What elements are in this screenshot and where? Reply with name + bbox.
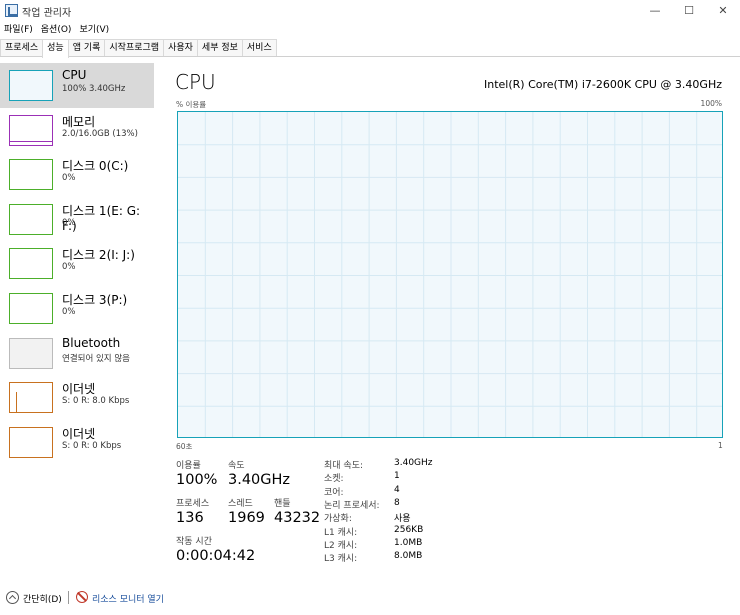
spec-value: 1: [394, 471, 400, 482]
sidebar-thumbnail: [9, 114, 53, 146]
spec-label: 소켓:: [324, 474, 344, 485]
handles-label: 핸들: [274, 499, 291, 509]
sidebar-item-label: 디스크 2(I: J:): [62, 248, 135, 263]
sidebar-item-disk-1[interactable]: 디스크 1(E: G: F:) 0%: [0, 197, 154, 242]
sidebar: CPU 100% 3.40GHz 메모리 2.0/16.0GB (13%) 디스크 0(…: [0, 63, 154, 464]
spec-value: 3.40GHz: [394, 458, 433, 468]
menu-file[interactable]: 파일(F): [0, 22, 37, 38]
y-axis-max: 100%: [700, 99, 722, 108]
spec-label: L3 캐시:: [324, 554, 358, 565]
spec-value: 사용: [394, 514, 411, 525]
sidebar-thumbnail: [9, 337, 53, 369]
title-bar: 작업 관리자 — ☐ ✕: [0, 0, 740, 22]
sidebar-item-value: 0%: [62, 306, 76, 317]
uptime-label: 작동 시간: [176, 537, 212, 547]
cpu-model: Intel(R) Core(TM) i7-2600K CPU @ 3.40GHz: [484, 78, 722, 91]
spec-label: 최대 속도:: [324, 461, 364, 471]
sidebar-item-label: CPU: [62, 68, 87, 82]
sidebar-item-ethernet-1[interactable]: 이더넷 S: 0 R: 8.0 Kbps: [0, 375, 154, 420]
maximize-button[interactable]: ☐: [672, 0, 706, 22]
minimize-button[interactable]: —: [638, 0, 672, 22]
sidebar-item-disk-3[interactable]: 디스크 3(P:) 0%: [0, 286, 154, 331]
spec-label: L1 캐시:: [324, 527, 358, 538]
y-axis-label: % 이용률: [176, 100, 207, 109]
sidebar-item-disk-2[interactable]: 디스크 2(I: J:) 0%: [0, 241, 154, 286]
sidebar-item-value: S: 0 R: 8.0 Kbps: [62, 396, 130, 407]
uptime-value: 0:00:04:42: [176, 548, 256, 564]
sidebar-thumbnail: [9, 70, 53, 101]
threads-label: 스레드: [228, 499, 253, 509]
spec-label: 논리 프로세서:: [324, 500, 380, 511]
sidebar-item-label: 이더넷: [62, 426, 96, 441]
sidebar-item-label: 디스크 1(E: G: F:): [62, 203, 141, 233]
tab-details[interactable]: 세부 정보: [196, 39, 243, 56]
graph-grid: [178, 112, 722, 437]
tab-processes[interactable]: 프로세스: [0, 39, 44, 56]
sidebar-item-label: Bluetooth: [62, 335, 121, 350]
utilization-label: 이용률: [176, 461, 201, 471]
spec-value: 8: [394, 497, 400, 508]
sidebar-item-label: 메모리: [62, 114, 96, 129]
sidebar-item-value: 0%: [62, 173, 76, 184]
spec-value: 256KB: [394, 524, 424, 535]
spec-value: 4: [394, 484, 400, 495]
sidebar-thumbnail: [9, 203, 53, 235]
utilization-value: 100%: [176, 472, 218, 488]
sidebar-item-value: S: 0 R: 0 Kbps: [62, 440, 122, 451]
menu-bar: 파일(F) 옵션(O) 보기(V): [0, 22, 740, 38]
bottom-bar: 간단히(D) 리소스 모니터 열기: [0, 588, 740, 608]
sidebar-item-label: 디스크 0(C:): [62, 159, 129, 174]
fewer-details-link[interactable]: 간단히(D): [23, 592, 62, 605]
sidebar-item-value: 0%: [62, 217, 76, 228]
sidebar-item-value: 0%: [62, 262, 76, 273]
sidebar-item-value: 2.0/16.0GB (13%): [62, 128, 138, 139]
sidebar-thumbnail: [9, 159, 53, 191]
sidebar-item-ethernet-2[interactable]: 이더넷 S: 0 R: 0 Kbps: [0, 420, 154, 465]
sidebar-item-bluetooth[interactable]: Bluetooth 연결되어 있지 않음: [0, 331, 154, 376]
handles-value: 43232: [274, 510, 321, 526]
resource-monitor-icon[interactable]: [76, 591, 88, 603]
x-axis-left: 60초: [176, 442, 193, 451]
tab-performance[interactable]: 성능: [42, 39, 69, 58]
sidebar-item-label: 이더넷: [62, 382, 96, 397]
tab-services[interactable]: 서비스: [241, 39, 277, 56]
divider: [68, 591, 69, 604]
sidebar-item-value: 100% 3.40GHz: [62, 84, 126, 94]
sidebar-thumbnail: [9, 292, 53, 324]
menu-view[interactable]: 보기(V): [75, 22, 113, 38]
sidebar-item-cpu[interactable]: CPU 100% 3.40GHz: [0, 63, 154, 108]
sidebar-item-label: 디스크 3(P:): [62, 292, 128, 307]
menu-options[interactable]: 옵션(O): [37, 22, 76, 38]
page-title: CPU: [175, 70, 216, 94]
sidebar-item-disk-0[interactable]: 디스크 0(C:) 0%: [0, 152, 154, 197]
spec-value: 8.0MB: [394, 551, 423, 562]
processes-value: 136: [176, 510, 204, 526]
sidebar-thumbnail: [9, 248, 53, 280]
x-axis-right: 1: [718, 441, 723, 450]
sidebar-item-memory[interactable]: 메모리 2.0/16.0GB (13%): [0, 108, 154, 153]
speed-value: 3.40GHz: [228, 472, 291, 488]
cpu-utilization-graph: [177, 111, 723, 438]
tab-app-history[interactable]: 앱 기록: [67, 39, 106, 56]
task-manager-icon: [5, 4, 18, 17]
speed-label: 속도: [228, 461, 245, 471]
window-title: 작업 관리자: [22, 8, 72, 19]
tab-users[interactable]: 사용자: [163, 39, 198, 56]
spec-label: L2 캐시:: [324, 540, 358, 551]
close-button[interactable]: ✕: [706, 0, 740, 22]
resource-monitor-link[interactable]: 리소스 모니터 열기: [92, 592, 164, 605]
tab-bar: 프로세스 성능 앱 기록 시작프로그램 사용자 세부 정보 서비스: [0, 39, 740, 58]
sidebar-thumbnail: [9, 426, 53, 458]
spec-label: 코어:: [324, 487, 344, 498]
processes-label: 프로세스: [176, 499, 210, 509]
tab-startup[interactable]: 시작프로그램: [104, 39, 165, 56]
threads-value: 1969: [228, 510, 265, 526]
sidebar-item-value: 연결되어 있지 않음: [62, 353, 130, 364]
sidebar-thumbnail: [9, 382, 53, 414]
spec-value: 1.0MB: [394, 537, 423, 548]
spec-label: 가상화:: [324, 514, 352, 525]
chevron-up-icon[interactable]: [6, 591, 19, 604]
